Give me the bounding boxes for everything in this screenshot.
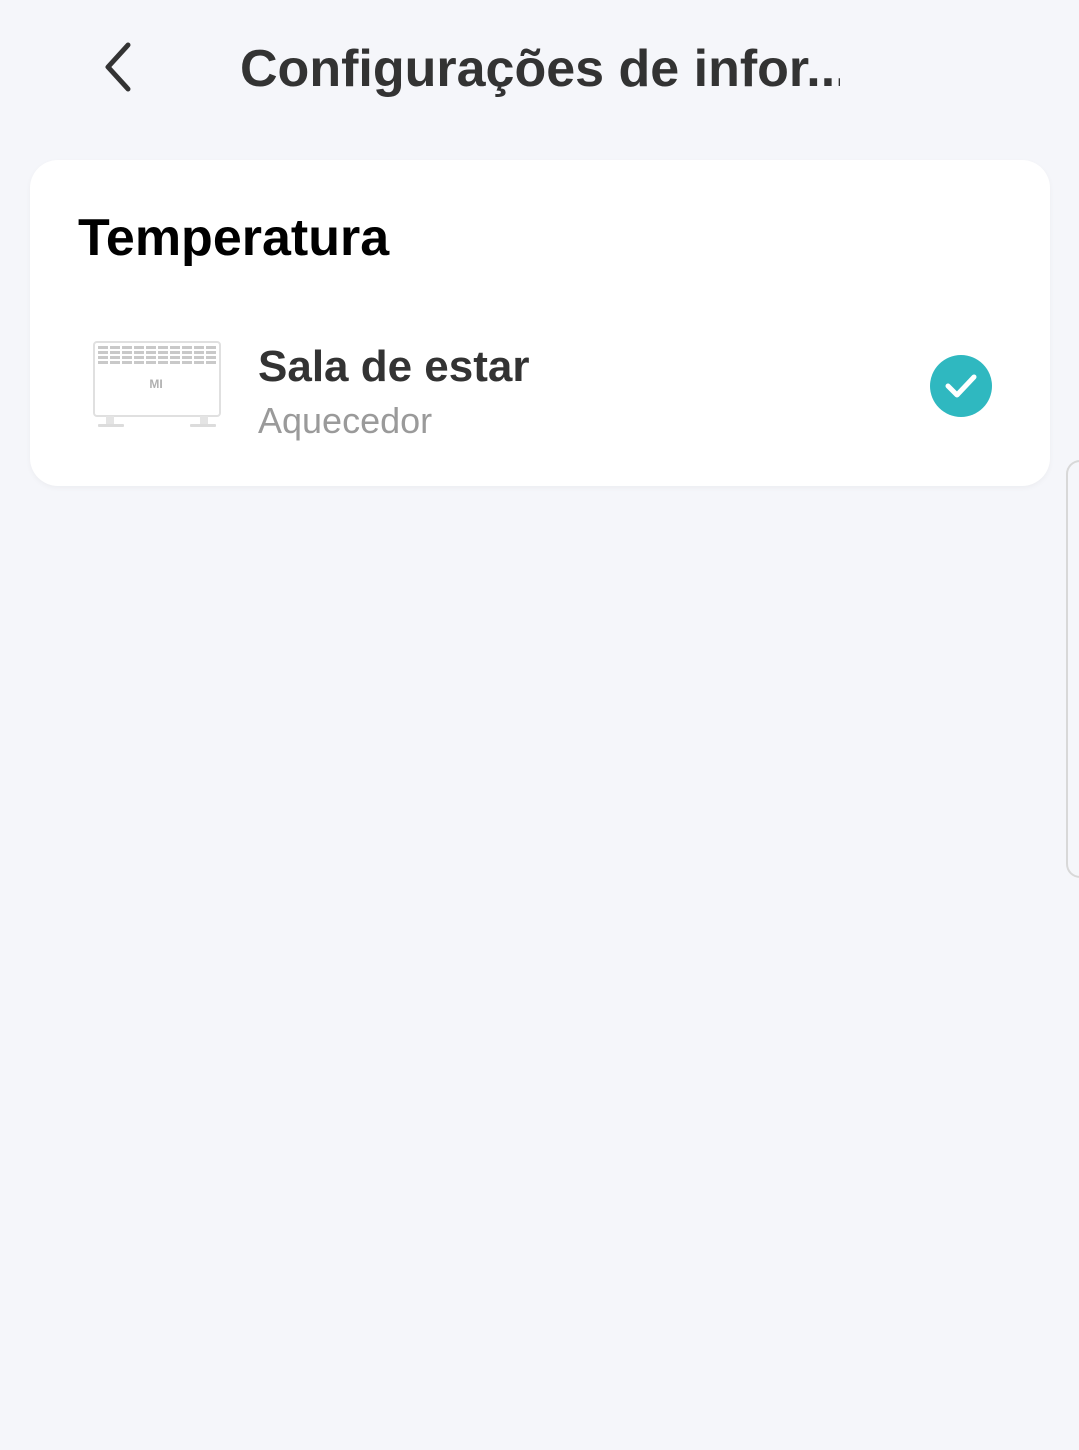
back-button[interactable] bbox=[88, 32, 148, 102]
section-title: Temperatura bbox=[78, 209, 390, 267]
device-type: Aquecedor bbox=[258, 400, 433, 441]
page-title: Configurações de infor... bbox=[240, 40, 840, 98]
top-bar: Configurações de infor... bbox=[0, 0, 1079, 140]
device-name: Sala de estar bbox=[258, 342, 530, 391]
heater-device-image: MI bbox=[92, 340, 226, 430]
temperature-card: Temperatura MI Sala de estar Aquecedor bbox=[30, 160, 1050, 486]
brand-logo: MI bbox=[149, 377, 162, 391]
device-row-sala-de-estar[interactable]: MI Sala de estar Aquecedor bbox=[30, 320, 1050, 460]
checkmark-icon bbox=[945, 374, 977, 398]
check-circle-icon[interactable] bbox=[930, 355, 992, 417]
chevron-left-icon bbox=[105, 42, 131, 92]
edge-panel-handle[interactable] bbox=[1066, 460, 1079, 878]
